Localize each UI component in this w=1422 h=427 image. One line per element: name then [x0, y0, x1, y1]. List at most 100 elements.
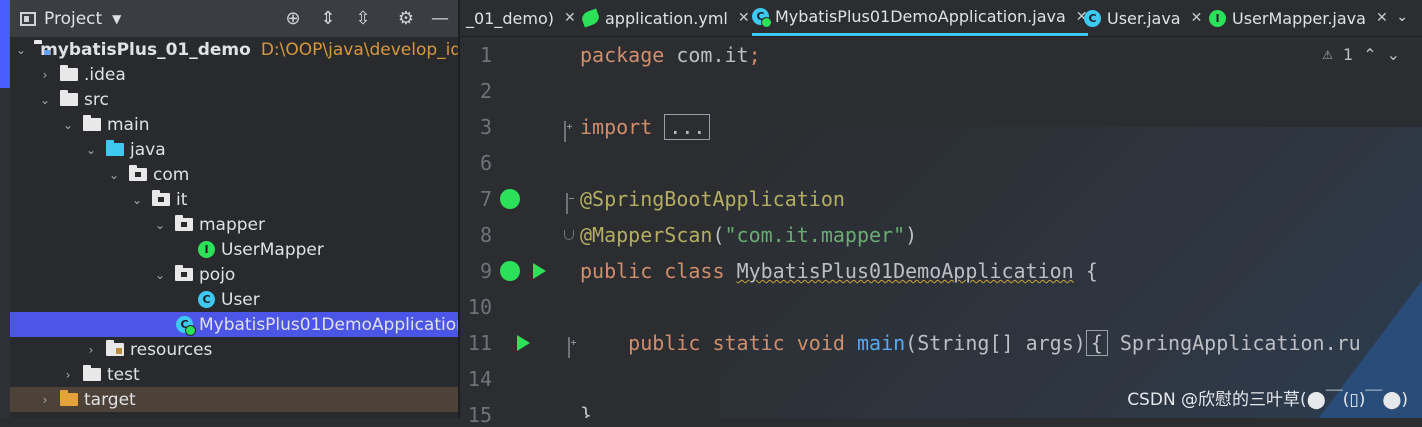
tree-row-pojo[interactable]: ⌄ pojo	[10, 262, 458, 287]
tree-row-java[interactable]: ⌄ java	[10, 137, 458, 162]
chevron-down-icon[interactable]: ⌄	[16, 43, 26, 57]
tree-row-application[interactable]: C MybatisPlus01DemoApplication	[10, 312, 458, 337]
spring-class-icon: C	[752, 8, 772, 28]
code-line-1: package com.it;	[580, 43, 761, 67]
tree-row-usermapper[interactable]: I UserMapper	[10, 237, 458, 262]
tree-row-main[interactable]: ⌄ main	[10, 112, 458, 137]
folder-icon	[83, 115, 101, 131]
tree-item-label: User	[221, 289, 260, 310]
warning-icon: ⚠	[1322, 47, 1333, 62]
tree-row-user[interactable]: C User	[10, 287, 458, 312]
class-icon: C	[198, 291, 215, 308]
keyword: package	[580, 43, 665, 67]
run-main-icon[interactable]	[517, 335, 530, 351]
brace: {	[1085, 259, 1098, 283]
tree-row-target[interactable]: › target	[10, 387, 458, 412]
project-icon	[20, 12, 36, 26]
folded-imports[interactable]: ...	[664, 114, 711, 140]
locate-icon[interactable]: ⊕	[283, 9, 303, 29]
editor-tab-user-java[interactable]: C User.java ✕	[1084, 0, 1202, 36]
run-class-icon[interactable]	[533, 263, 546, 279]
chevron-down-icon[interactable]: ⌄	[61, 118, 75, 132]
chevron-down-icon[interactable]: ⌄	[130, 193, 144, 207]
close-icon[interactable]: ✕	[1191, 10, 1203, 26]
chevron-down-icon[interactable]: ⌄	[38, 93, 52, 107]
close-icon[interactable]: ✕	[564, 10, 576, 26]
project-tool-window-tab[interactable]	[0, 0, 10, 88]
tab-label: application.yml	[605, 8, 728, 28]
tree-item-label: pojo	[199, 264, 236, 285]
yaml-icon	[580, 8, 601, 28]
chevron-down-icon[interactable]: ⌄	[107, 168, 121, 182]
line-number: 15	[467, 403, 492, 427]
interface-icon: I	[198, 241, 215, 258]
fold-expand-icon[interactable]	[568, 337, 570, 358]
chevron-down-icon[interactable]: ⌄	[153, 268, 167, 282]
tree-row-com[interactable]: ⌄ com	[10, 162, 458, 187]
settings-icon[interactable]: ⚙	[396, 9, 416, 29]
method-params: (String[] args)	[905, 331, 1086, 355]
line-number: 1	[479, 43, 492, 67]
editor-tab-usermapper-java[interactable]: I UserMapper.java ✕	[1209, 0, 1388, 36]
tree-row-it[interactable]: ⌄ it	[10, 187, 458, 212]
tree-row-test[interactable]: › test	[10, 362, 458, 387]
tab-list-chevron-down-icon[interactable]: ⌄	[1396, 9, 1408, 25]
spring-bean-icon[interactable]	[500, 189, 520, 209]
line-number: 6	[479, 151, 492, 175]
method-name: main	[856, 331, 906, 355]
chevron-down-icon[interactable]: ⌄	[1387, 45, 1400, 64]
line-number: 2	[479, 79, 492, 103]
line-number: 9	[479, 259, 492, 283]
chevron-down-icon[interactable]: ▼	[112, 12, 121, 26]
code-line-8: @MapperScan("com.it.mapper")	[580, 223, 917, 247]
close-icon[interactable]: ✕	[738, 10, 750, 26]
left-tool-stripe	[0, 0, 10, 418]
line-number: 3	[479, 115, 492, 139]
chevron-down-icon[interactable]: ⌄	[153, 218, 167, 232]
tree-row-resources[interactable]: › resources	[10, 337, 458, 362]
keyword: import	[580, 115, 653, 139]
inspection-widget[interactable]: ⚠ 1 ⌃ ⌄	[1322, 45, 1400, 64]
spring-bean-icon[interactable]	[500, 261, 520, 281]
tree-row-mapper[interactable]: ⌄ mapper	[10, 212, 458, 237]
editor-gutter: 1 2 3 6 7 8 9 10 11 14 15	[460, 37, 580, 427]
editor-tab-application-yml[interactable]: application.yml ✕	[580, 0, 750, 36]
chevron-right-icon[interactable]: ›	[38, 68, 52, 82]
editor-tab-application-java[interactable]: C MybatisPlus01DemoApplication.java ✕	[752, 0, 1088, 36]
fold-expand-icon[interactable]	[564, 121, 566, 142]
tree-row-idea[interactable]: › .idea	[10, 62, 458, 87]
string-literal: "com.it.mapper"	[724, 223, 906, 247]
hide-icon[interactable]: —	[430, 9, 450, 29]
keyword: public	[580, 259, 653, 283]
class-name: MybatisPlus01DemoApplication	[736, 259, 1074, 283]
project-view-selector[interactable]: Project ▼	[20, 8, 121, 30]
chevron-right-icon[interactable]: ›	[84, 343, 98, 357]
chevron-up-icon[interactable]: ⌃	[1363, 45, 1376, 64]
tree-row-src[interactable]: ⌄ src	[10, 87, 458, 112]
keyword: static	[712, 331, 785, 355]
collapse-all-icon[interactable]: ⇳	[353, 9, 373, 29]
code-editor[interactable]: ⚠ 1 ⌃ ⌄ package com.it; import ... @Spri…	[580, 37, 1422, 418]
editor-tab-pom[interactable]: _01_demo) ✕	[466, 0, 576, 36]
folded-body-text: SpringApplication.ru	[1107, 331, 1361, 355]
tree-row-module[interactable]: ⌄ mybatisPlus_01_demo D:\OOP\java\develo…	[10, 37, 458, 62]
chevron-right-icon[interactable]: ›	[61, 368, 75, 382]
tree-item-label: resources	[130, 339, 213, 360]
inspection-count: 1	[1343, 45, 1354, 64]
tree-item-label: mapper	[199, 214, 266, 235]
tree-item-label: MybatisPlus01DemoApplication	[199, 314, 458, 335]
folded-body-brace[interactable]: {	[1085, 330, 1108, 356]
tree-item-label: src	[84, 89, 109, 110]
close-icon[interactable]: ✕	[1376, 10, 1388, 26]
package-icon	[129, 165, 147, 181]
interface-icon: I	[1209, 9, 1226, 27]
editor-tab-bar: _01_demo) ✕ application.yml ✕ C MybatisP…	[460, 0, 1422, 37]
chevron-down-icon[interactable]: ⌄	[84, 143, 98, 157]
fold-end-icon[interactable]	[564, 230, 574, 240]
module-path-hint: D:\OOP\java\develop_idea\	[260, 39, 458, 60]
folder-icon	[60, 90, 78, 106]
expand-all-icon[interactable]: ⇕	[318, 9, 338, 29]
fold-collapse-icon[interactable]	[566, 193, 568, 214]
tree-item-label: main	[107, 114, 150, 135]
chevron-right-icon[interactable]: ›	[38, 393, 52, 407]
